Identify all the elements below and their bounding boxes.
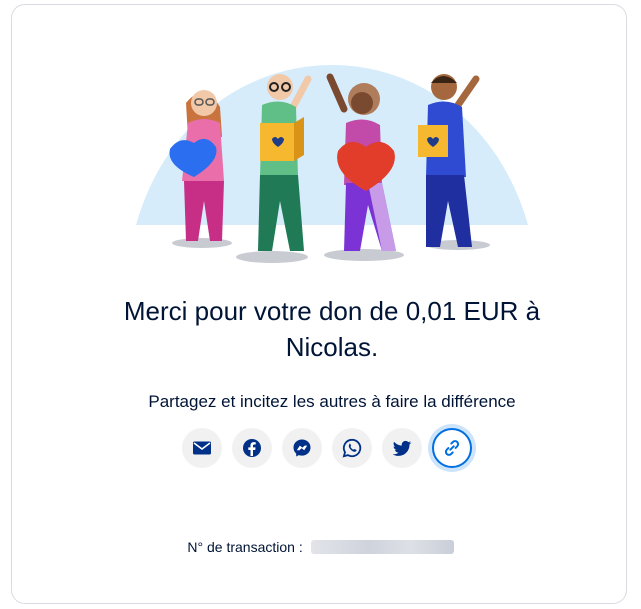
title-line-1: Merci pour votre don de 0,01 EUR à (123, 296, 541, 326)
whatsapp-icon (342, 438, 362, 458)
share-whatsapp-button[interactable] (332, 428, 372, 468)
transaction-id-redacted (310, 540, 454, 554)
transaction-id-row: N° de transaction : (0, 538, 641, 556)
copy-link-button[interactable] (432, 428, 472, 468)
share-email-button[interactable] (182, 428, 222, 468)
facebook-icon (243, 439, 261, 457)
share-twitter-button[interactable] (382, 428, 422, 468)
messenger-icon (293, 439, 311, 457)
envelope-icon (193, 441, 211, 455)
donation-confirmation-card: Merci pour votre don de 0,01 EUR à Nicol… (11, 4, 627, 604)
confirmation-title: Merci pour votre don de 0,01 EUR à Nicol… (52, 293, 612, 365)
twitter-icon (392, 440, 412, 456)
share-messenger-button[interactable] (282, 428, 322, 468)
transaction-label: N° de transaction : (187, 539, 303, 555)
title-line-2: Nicolas. (285, 332, 379, 362)
donors-illustration (136, 65, 528, 263)
link-icon (444, 440, 460, 456)
share-prompt: Partagez et incitez les autres à faire l… (148, 392, 516, 411)
share-buttons (182, 428, 472, 468)
share-facebook-button[interactable] (232, 428, 272, 468)
